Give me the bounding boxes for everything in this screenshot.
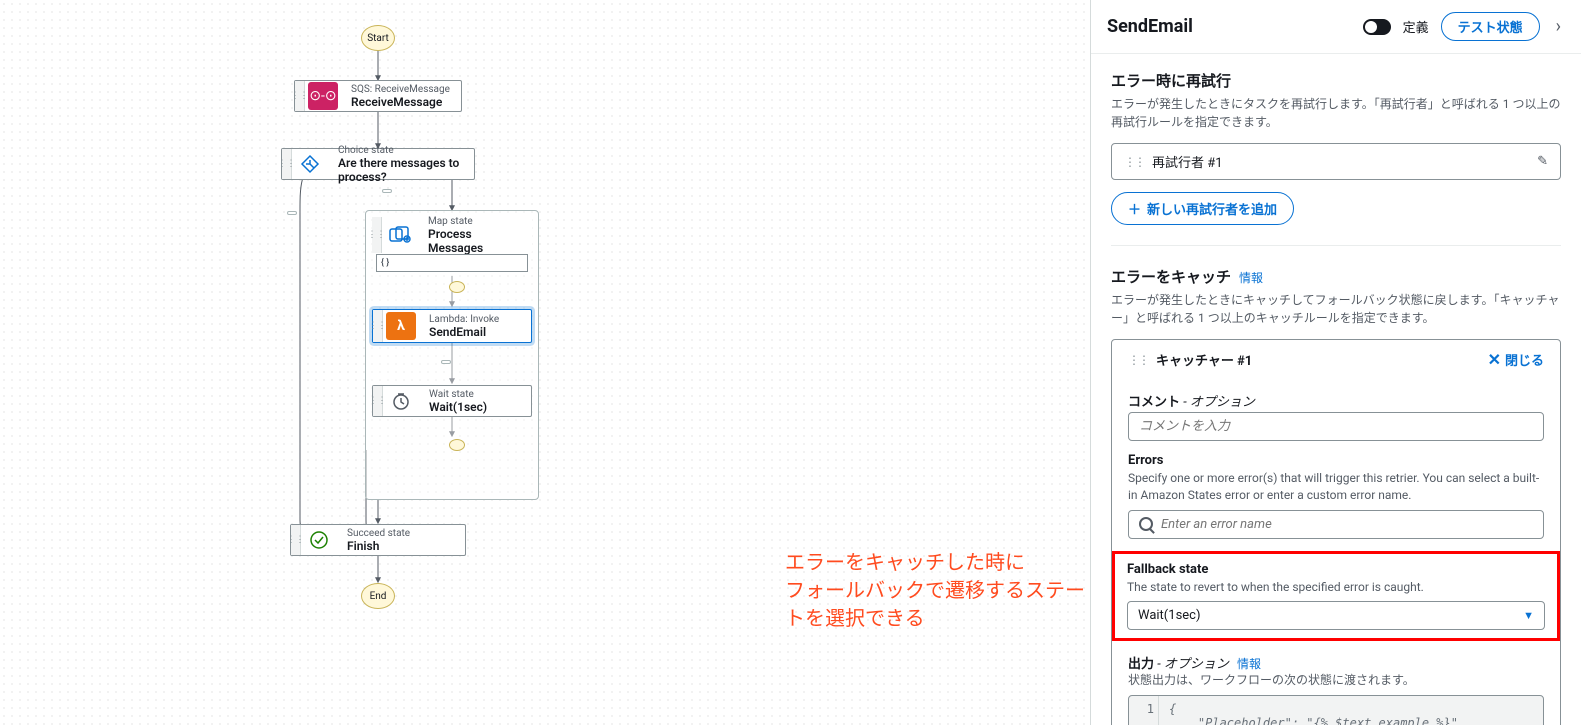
search-icon xyxy=(1139,517,1153,531)
catcher-title: キャッチャー #1 xyxy=(1156,350,1480,369)
definition-toggle-label: 定義 xyxy=(1403,17,1429,36)
node-send-email[interactable]: ⋮⋮ λ Lambda: InvokeSendEmail xyxy=(372,309,532,343)
catch-edge-label xyxy=(441,360,451,364)
drag-handle-icon: ⋮⋮ xyxy=(291,525,301,555)
definition-toggle[interactable] xyxy=(1363,19,1391,35)
line-number: 1 xyxy=(1129,696,1159,725)
node-map[interactable]: ⋮⋮ Map stateProcess Messages xyxy=(372,217,532,253)
drag-handle-icon: ⋮⋮ xyxy=(295,81,305,111)
start-node[interactable]: Start xyxy=(361,25,395,51)
node-choice[interactable]: ⋮⋮ Choice stateAre there messages to pro… xyxy=(281,148,475,180)
drag-handle-icon: ⋮⋮ xyxy=(373,310,383,342)
node-wait[interactable]: ⋮⋮ Wait stateWait(1sec) xyxy=(372,385,532,417)
node-succeed[interactable]: ⋮⋮ Succeed stateFinish xyxy=(290,524,466,556)
map-item-source: { } xyxy=(376,254,528,272)
output-code-editor[interactable]: 1 { "Placeholder": "{% $text.example %}"… xyxy=(1128,695,1544,725)
map-loop-end xyxy=(449,439,465,451)
fallback-select[interactable]: Wait(1sec) ▼ xyxy=(1127,601,1545,630)
end-node[interactable]: End xyxy=(361,583,395,609)
succeed-icon xyxy=(301,525,337,555)
errors-search[interactable] xyxy=(1128,510,1544,539)
node-receive-message[interactable]: ⋮⋮ ⊙-⊙ SQS: ReceiveMessageReceiveMessage xyxy=(294,80,462,112)
map-icon xyxy=(382,217,418,253)
errors-label: Errors xyxy=(1128,453,1544,468)
choice-icon xyxy=(292,149,328,179)
fallback-label: Fallback state xyxy=(1127,562,1545,577)
workflow-canvas[interactable]: Start ⋮⋮ ⊙-⊙ SQS: ReceiveMessageReceiveM… xyxy=(0,0,1090,725)
errors-description: Specify one or more error(s) that will t… xyxy=(1128,470,1544,504)
sqs-icon: ⊙-⊙ xyxy=(305,81,341,111)
drag-handle-icon: ⋮⋮ xyxy=(1124,155,1144,169)
errors-input[interactable] xyxy=(1161,517,1533,532)
output-description: 状態出力は、ワークフローの次の状態に渡されます。 xyxy=(1128,672,1544,689)
drag-handle-icon: ⋮⋮ xyxy=(372,217,382,253)
annotation-text: エラーをキャッチした時に フォールバックで遷移するステートを選択できる xyxy=(785,548,1090,632)
retry-description: エラーが発生したときにタスクを再試行します。「再試行者」と呼ばれる 1 つ以上の… xyxy=(1111,95,1561,131)
catch-info-link[interactable]: 情報 xyxy=(1239,269,1263,286)
close-icon: ✕ xyxy=(1488,350,1501,369)
drag-handle-icon: ⋮⋮ xyxy=(1128,353,1148,367)
add-retrier-button[interactable]: ＋新しい再試行者を追加 xyxy=(1111,192,1294,225)
catch-description: エラーが発生したときにキャッチしてフォールバック状態に戻します。「キャッチャー」… xyxy=(1111,291,1561,327)
catcher-item: ⋮⋮ キャッチャー #1 ✕閉じる コメント - オプション Errors Sp… xyxy=(1111,339,1561,725)
lambda-icon: λ xyxy=(383,310,419,342)
condition-branch-label xyxy=(382,189,392,193)
catch-heading: エラーをキャッチ xyxy=(1111,266,1231,287)
state-title: SendEmail xyxy=(1107,16,1351,37)
drag-handle-icon: ⋮⋮ xyxy=(373,386,383,416)
output-label: 出力 - オプション xyxy=(1128,653,1229,672)
test-state-button[interactable]: テスト状態 xyxy=(1441,12,1540,41)
fallback-highlight: Fallback state The state to revert to wh… xyxy=(1112,551,1560,642)
comment-input[interactable] xyxy=(1128,412,1544,441)
map-loop-start xyxy=(449,281,465,293)
fallback-description: The state to revert to when the specifie… xyxy=(1127,579,1545,596)
caret-down-icon: ▼ xyxy=(1523,609,1534,622)
close-catcher-button[interactable]: ✕閉じる xyxy=(1488,350,1544,369)
collapse-panel-icon[interactable]: › xyxy=(1552,16,1565,37)
map-container[interactable]: ⋮⋮ Map stateProcess Messages { } ⋮⋮ λ La… xyxy=(365,210,539,500)
default-branch-label xyxy=(287,211,297,215)
inspector-panel: SendEmail 定義 テスト状態 › エラー時に再試行 エラーが発生したとき… xyxy=(1090,0,1581,725)
edit-icon[interactable]: ✎ xyxy=(1537,154,1548,169)
comment-label: コメント - オプション xyxy=(1128,391,1544,410)
drag-handle-icon: ⋮⋮ xyxy=(282,149,292,179)
output-info-link[interactable]: 情報 xyxy=(1237,655,1261,672)
plus-icon: ＋ xyxy=(1128,199,1141,218)
retry-heading: エラー時に再試行 xyxy=(1111,70,1561,91)
retry-item[interactable]: ⋮⋮ 再試行者 #1 ✎ xyxy=(1111,143,1561,180)
wait-icon xyxy=(383,386,419,416)
